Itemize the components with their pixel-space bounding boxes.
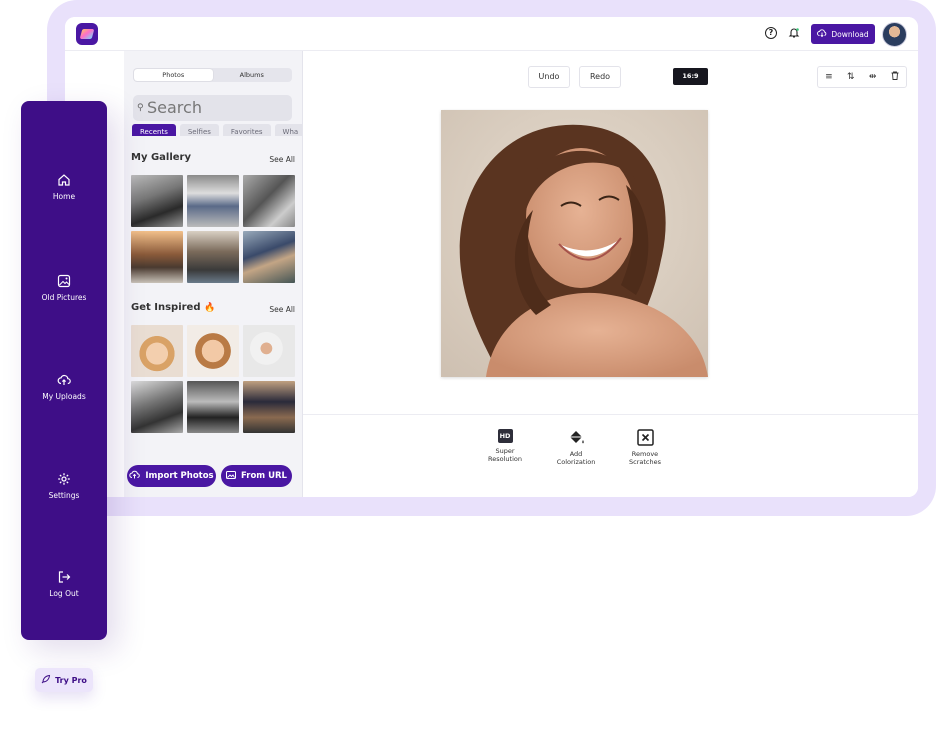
sidebar-item-log-out[interactable]: Log Out (21, 570, 107, 598)
sidebar-item-old-pictures[interactable]: Old Pictures (21, 274, 107, 302)
action-label-line1: Remove (631, 450, 659, 458)
gallery-photo[interactable] (187, 231, 239, 283)
top-bar: ? Download (65, 17, 918, 51)
try-pro-button[interactable]: Try Pro (35, 668, 93, 692)
add-colorization-action[interactable]: Add Colorization (546, 429, 606, 466)
portrait-image (441, 110, 708, 377)
flip-horizontal-icon[interactable]: ⇹ (869, 72, 877, 82)
cloud-download-icon (817, 29, 827, 39)
fire-icon: 🔥 (204, 303, 216, 313)
cloud-upload-icon (129, 470, 141, 482)
avatar[interactable] (882, 22, 907, 47)
gallery-photo[interactable] (187, 175, 239, 227)
inspired-photo[interactable] (131, 381, 183, 433)
sidebar-item-label: Old Pictures (41, 293, 87, 302)
gallery-photo[interactable] (243, 175, 295, 227)
gallery-title: My Gallery (131, 152, 191, 163)
download-label: Download (831, 29, 869, 39)
chip-recents[interactable]: Recents (132, 124, 176, 136)
search-icon: ⚲ (137, 103, 144, 113)
try-pro-label: Try Pro (55, 675, 87, 685)
chip-selfies[interactable]: Selfies (179, 124, 219, 136)
editor-canvas: Undo Redo 16:9 ≡ ⇅ ⇹ (303, 51, 918, 413)
paint-bucket-icon (568, 429, 585, 446)
rocket-icon (41, 674, 51, 686)
tab-albums[interactable]: Albums (213, 69, 292, 81)
search-input[interactable]: ⚲ Search (133, 95, 292, 121)
main-photo[interactable] (441, 110, 708, 377)
gallery-photo[interactable] (131, 231, 183, 283)
action-label-line2: Scratches (629, 458, 661, 466)
sidebar-item-settings[interactable]: Settings (21, 472, 107, 500)
chip-favorites[interactable]: Favorites (222, 124, 271, 136)
inspired-title-text: Get Inspired (131, 302, 201, 313)
image-tools: ≡ ⇅ ⇹ (817, 66, 907, 88)
logout-icon (57, 570, 71, 584)
sidebar-item-label: Log Out (49, 589, 79, 598)
inspired-photo[interactable] (187, 325, 239, 377)
inspired-grid (131, 325, 295, 433)
sidebar-item-home[interactable]: Home (21, 173, 107, 201)
super-resolution-action[interactable]: HD Super Resolution (475, 429, 535, 463)
inspired-photo[interactable] (243, 381, 295, 433)
aspect-ratio-button[interactable]: 16:9 (673, 68, 708, 85)
picture-icon (57, 274, 71, 288)
inspired-photo[interactable] (187, 381, 239, 433)
url-label: From URL (241, 471, 287, 481)
action-label-line1: Super (495, 447, 515, 455)
photos-albums-toggle: Photos Albums (133, 68, 292, 82)
help-icon[interactable]: ? (765, 27, 777, 39)
action-label-line2: Colorization (556, 458, 596, 466)
download-button[interactable]: Download (811, 24, 875, 44)
action-bar: HD Super Resolution Add Colorization Rem… (303, 414, 918, 497)
inspired-photo[interactable] (243, 325, 295, 377)
action-label-line1: Add (569, 450, 583, 458)
sidebar-item-my-uploads[interactable]: My Uploads (21, 373, 107, 401)
tab-photos[interactable]: Photos (134, 69, 213, 81)
photo-panel: Photos Albums ⚲ Search Recents Selfies Fav… (124, 51, 303, 497)
sidebar-item-label: Home (52, 192, 76, 201)
import-photos-button[interactable]: Import Photos (127, 465, 216, 487)
gallery-photo[interactable] (243, 231, 295, 283)
filter-chips: Recents Selfies Favorites Wha (132, 119, 302, 136)
inspired-title: Get Inspired 🔥 (131, 302, 215, 313)
chip-more[interactable]: Wha (274, 124, 302, 136)
sidebar-item-label: Settings (48, 491, 80, 500)
import-label: Import Photos (145, 471, 214, 481)
action-label-line2: Resolution (488, 455, 522, 463)
undo-button[interactable]: Undo (528, 66, 570, 88)
gear-icon (57, 472, 71, 486)
gallery-see-all[interactable]: See All (269, 155, 295, 164)
redo-button[interactable]: Redo (579, 66, 621, 88)
cloud-upload-icon (57, 373, 71, 387)
app-window: ? Download Photos Albums ⚲ Search Recent… (65, 17, 918, 497)
main-sidebar: Home Old Pictures My Uploads Settings Lo… (21, 101, 107, 640)
gallery-grid (131, 175, 295, 283)
from-url-button[interactable]: From URL (221, 465, 292, 487)
inspired-see-all[interactable]: See All (269, 305, 295, 314)
image-icon (226, 470, 236, 482)
remove-scratches-action[interactable]: Remove Scratches (615, 429, 675, 466)
adjust-icon[interactable]: ≡ (825, 72, 833, 82)
flip-vertical-icon[interactable]: ⇅ (847, 72, 855, 82)
home-icon (57, 173, 71, 187)
trash-icon[interactable] (891, 71, 899, 83)
sidebar-item-label: My Uploads (42, 392, 86, 401)
inspired-photo[interactable] (131, 325, 183, 377)
search-placeholder: Search (147, 98, 202, 117)
app-logo[interactable] (76, 23, 98, 45)
hd-icon: HD (497, 429, 513, 443)
gallery-photo[interactable] (131, 175, 183, 227)
x-box-icon (636, 429, 654, 446)
bell-icon[interactable] (787, 27, 800, 40)
